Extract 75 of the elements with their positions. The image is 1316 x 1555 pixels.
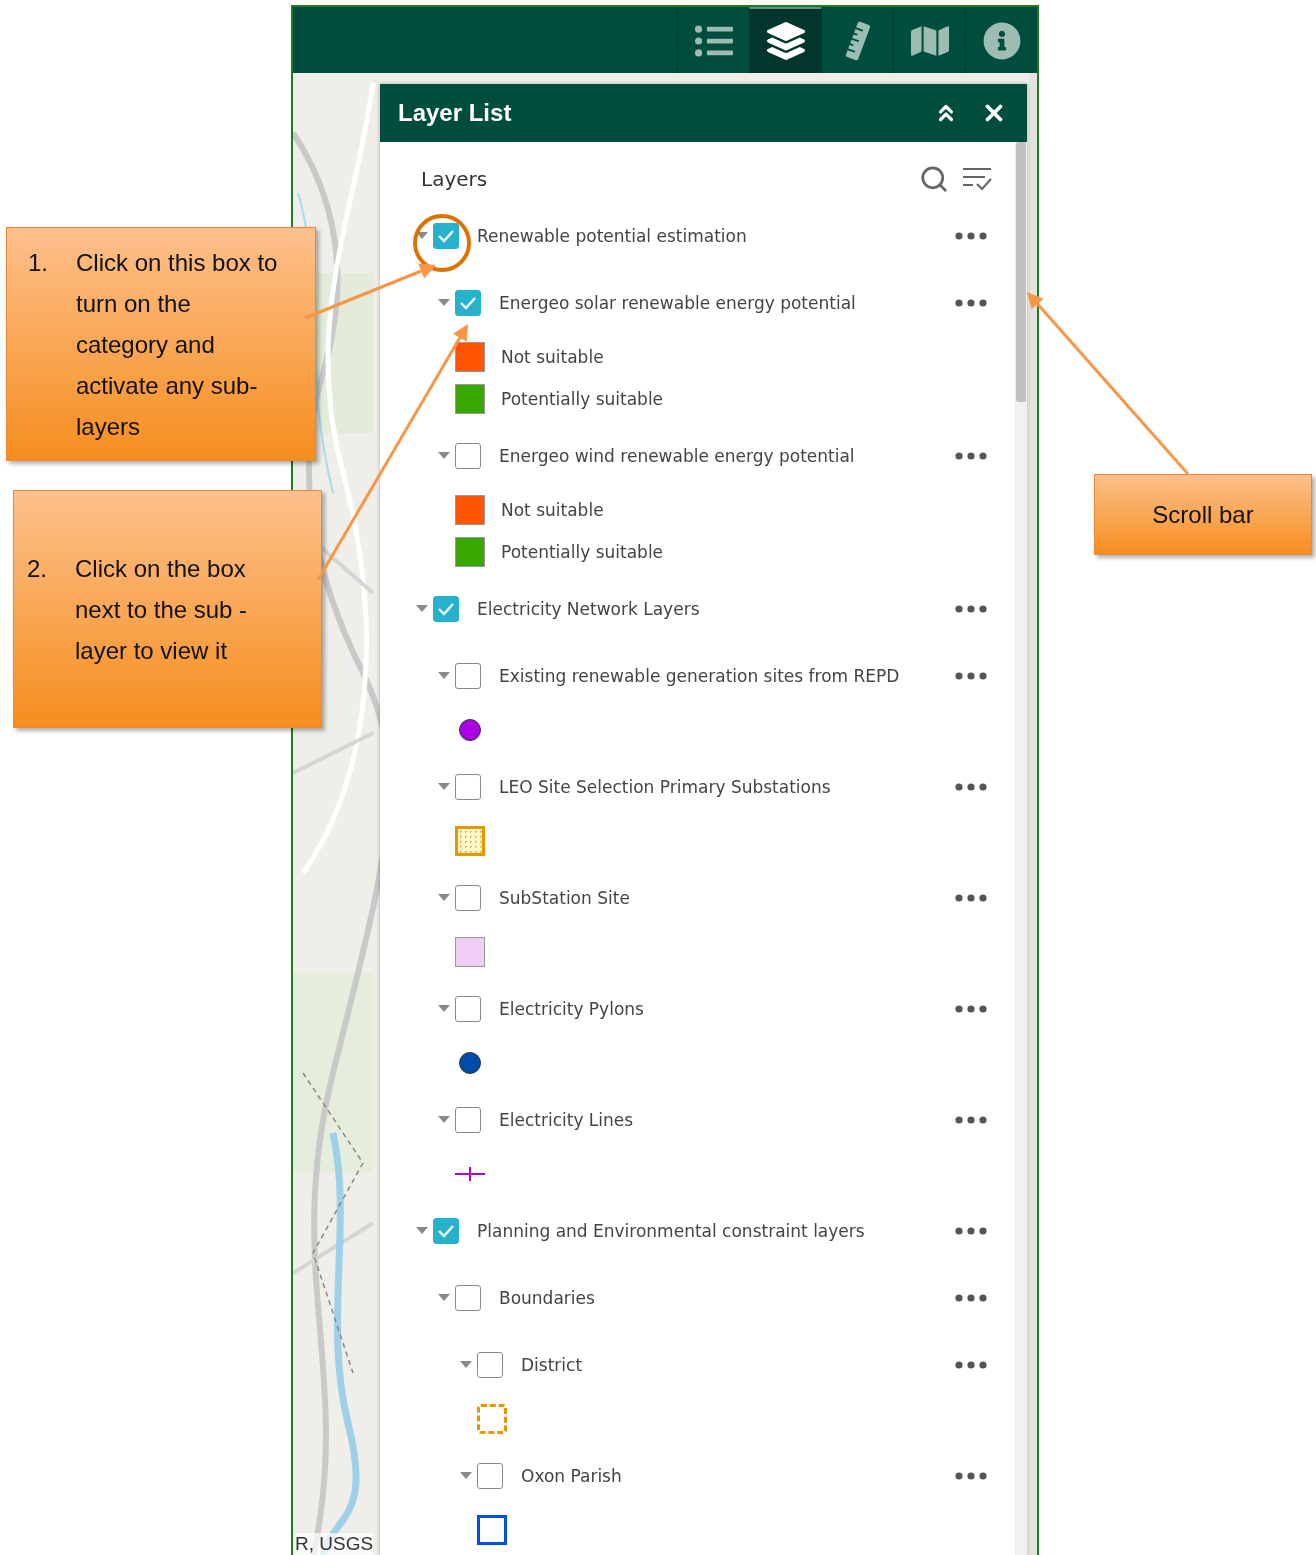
more-icon[interactable] [955, 1116, 987, 1124]
checkbox[interactable] [477, 1463, 503, 1489]
caret-icon[interactable] [438, 783, 450, 791]
highlight-ring [413, 214, 471, 272]
checkbox[interactable] [455, 1107, 481, 1133]
caret-icon[interactable] [416, 232, 428, 240]
more-icon[interactable] [955, 452, 987, 460]
checkbox[interactable] [455, 443, 481, 469]
layer-name: Renewable potential estimation [477, 225, 748, 247]
layer-name: SubStation Site [499, 887, 631, 909]
checkbox[interactable] [433, 596, 459, 622]
search-button[interactable] [919, 164, 949, 194]
more-icon[interactable] [955, 1005, 987, 1013]
checkbox[interactable] [455, 663, 481, 689]
legend-label: Not suitable [501, 347, 604, 367]
info-icon [982, 22, 1021, 60]
legend-label: Potentially suitable [501, 389, 664, 409]
caret-icon[interactable] [416, 605, 428, 613]
layer-name: Electricity Pylons [499, 998, 645, 1020]
checkbox[interactable] [455, 996, 481, 1022]
caret-icon[interactable] [460, 1361, 472, 1369]
caret-icon[interactable] [438, 452, 450, 460]
checkbox[interactable] [455, 774, 481, 800]
check-icon [437, 602, 455, 616]
more-icon[interactable] [955, 672, 987, 680]
check-icon [459, 296, 477, 310]
caret-icon[interactable] [438, 1005, 450, 1013]
layer-name: Energeo wind renewable energy potential [499, 445, 856, 467]
layer-name: Oxon Parish [521, 1465, 623, 1487]
layer-name: Electricity Network Layers [477, 598, 701, 620]
filter-button[interactable] [961, 166, 993, 192]
check-icon [437, 229, 455, 243]
more-icon[interactable] [955, 232, 987, 240]
caret-icon[interactable] [438, 299, 450, 307]
checkbox[interactable] [433, 1218, 459, 1244]
caret-icon[interactable] [438, 894, 450, 902]
callout-text: Click on the box next to the sub -layer to view it [75, 553, 249, 666]
checkbox[interactable] [455, 1285, 481, 1311]
more-icon[interactable] [955, 605, 987, 613]
callout-text: Scroll bar [1152, 500, 1254, 530]
attribution-text: R, USGS [295, 1533, 374, 1555]
more-icon[interactable] [955, 783, 987, 791]
callout-number: 1. [28, 247, 49, 278]
layer-name: District [521, 1354, 584, 1376]
layer-name: LEO Site Selection Primary Substations [499, 776, 832, 798]
check-icon [437, 1224, 455, 1238]
layer-name: Planning and Environmental constraint layers [477, 1220, 866, 1242]
more-icon[interactable] [955, 299, 987, 307]
caret-icon[interactable] [438, 672, 450, 680]
layer-name: Existing renewable generation sites from REPD [499, 665, 901, 687]
checkbox[interactable] [433, 223, 459, 249]
caret-icon[interactable] [438, 1116, 450, 1124]
layer-name: Energeo solar renewable energy potential [499, 292, 857, 314]
section-heading: Layers [421, 167, 489, 191]
scrollbar-thumb[interactable] [1016, 142, 1026, 402]
legend-label: Potentially suitable [501, 542, 664, 562]
checkbox[interactable] [477, 1352, 503, 1378]
more-icon[interactable] [955, 1472, 987, 1480]
layers-icon [766, 22, 805, 60]
checkbox[interactable] [455, 885, 481, 911]
legend-label: Not suitable [501, 500, 604, 520]
caret-icon[interactable] [416, 1227, 428, 1235]
caret-icon[interactable] [460, 1472, 472, 1480]
layer-name: Electricity Lines [499, 1109, 635, 1131]
more-icon[interactable] [955, 1294, 987, 1302]
caret-icon[interactable] [438, 1294, 450, 1302]
callout-number: 2. [27, 553, 48, 584]
checkbox[interactable] [455, 290, 481, 316]
more-icon[interactable] [955, 1361, 987, 1369]
panel-title: Layer List [398, 99, 513, 127]
more-icon[interactable] [955, 894, 987, 902]
more-icon[interactable] [955, 1227, 987, 1235]
toolbar-button[interactable] [749, 7, 821, 73]
layer-name: Boundaries [499, 1287, 596, 1309]
callout-text: Click on this box to turn on the category and activate any sub-layers [76, 247, 279, 442]
